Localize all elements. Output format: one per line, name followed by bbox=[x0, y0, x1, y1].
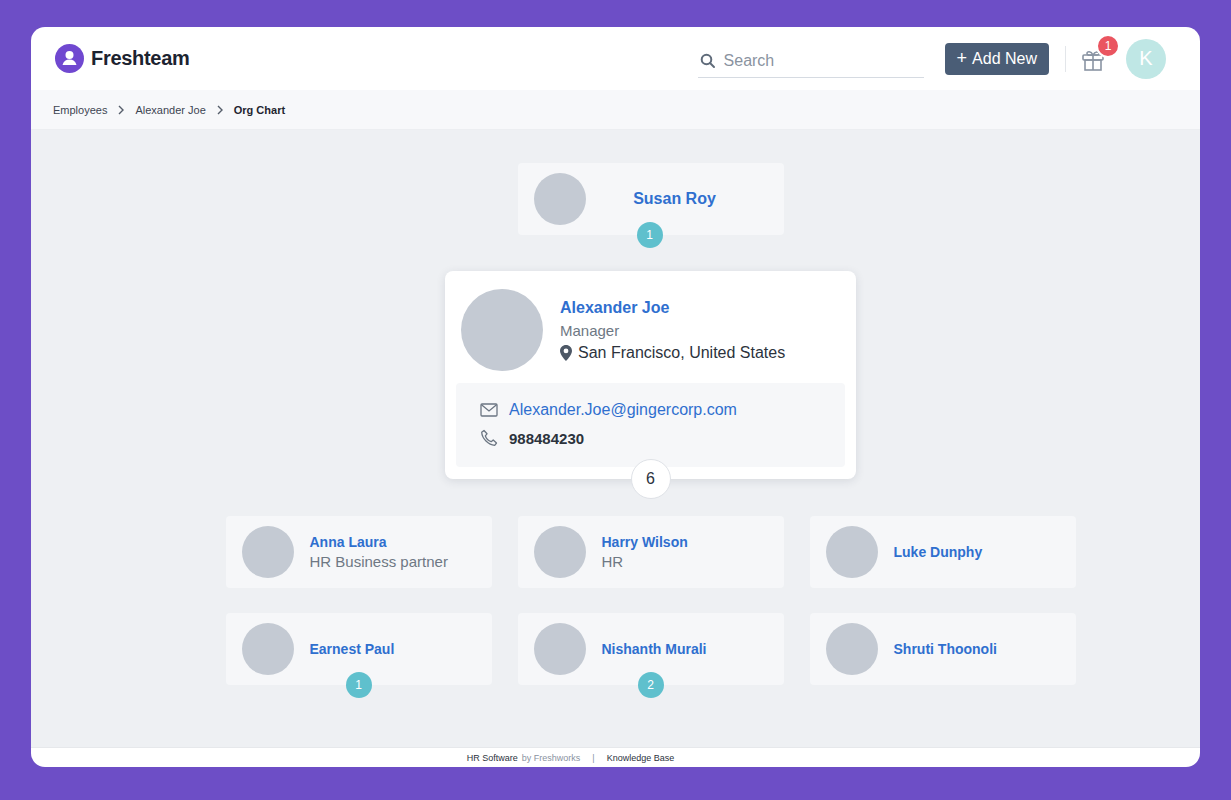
employee-name[interactable]: Earnest Paul bbox=[310, 641, 395, 657]
employee-name[interactable]: Shruti Thoonoli bbox=[894, 641, 997, 657]
employee-title: Manager bbox=[560, 322, 785, 339]
add-new-button[interactable]: + Add New bbox=[945, 43, 1049, 75]
logo[interactable]: Freshteam bbox=[55, 44, 189, 73]
reports-count-badge[interactable]: 2 bbox=[638, 672, 664, 698]
employee-name[interactable]: Harry Wilson bbox=[602, 534, 688, 550]
phone-icon bbox=[480, 429, 498, 447]
reports-count-badge[interactable]: 6 bbox=[631, 459, 671, 499]
breadcrumb: Employees Alexander Joe Org Chart bbox=[31, 90, 1200, 130]
chevron-right-icon bbox=[117, 105, 125, 115]
employee-photo bbox=[242, 623, 294, 675]
add-new-label: Add New bbox=[972, 50, 1037, 68]
breadcrumb-item[interactable]: Alexander Joe bbox=[135, 104, 205, 116]
logo-icon bbox=[55, 44, 84, 73]
employee-photo bbox=[534, 173, 586, 225]
contact-box: Alexander.Joe@gingercorp.com 988484230 bbox=[456, 383, 845, 467]
employee-name[interactable]: Susan Roy bbox=[602, 190, 768, 208]
app-name: Freshteam bbox=[91, 47, 189, 70]
employee-card: Alexander Joe Manager San Francisco, Uni… bbox=[445, 271, 856, 479]
breadcrumb-item[interactable]: Employees bbox=[53, 104, 107, 116]
header-divider bbox=[1065, 46, 1066, 72]
notifications-button[interactable]: 1 bbox=[1080, 46, 1106, 72]
employee-photo bbox=[242, 526, 294, 578]
employee-location: San Francisco, United States bbox=[560, 344, 785, 362]
notification-badge: 1 bbox=[1096, 34, 1120, 58]
breadcrumb-item: Org Chart bbox=[234, 104, 285, 116]
report-card[interactable]: Luke Dunphy bbox=[810, 516, 1076, 588]
reports-count-badge[interactable]: 1 bbox=[346, 672, 372, 698]
mail-icon bbox=[480, 403, 498, 417]
employee-title: HR Business partner bbox=[310, 553, 448, 570]
report-card[interactable]: Anna Laura HR Business partner bbox=[226, 516, 492, 588]
search-field[interactable] bbox=[698, 45, 924, 78]
employee-photo bbox=[534, 526, 586, 578]
user-avatar[interactable]: K bbox=[1126, 39, 1166, 79]
employee-email[interactable]: Alexander.Joe@gingercorp.com bbox=[509, 401, 737, 419]
employee-name[interactable]: Nishanth Murali bbox=[602, 641, 707, 657]
direct-reports: Anna Laura HR Business partner Harry Wil… bbox=[226, 516, 1076, 685]
employee-name[interactable]: Anna Laura bbox=[310, 534, 448, 550]
manager-card[interactable]: Susan Roy 1 bbox=[518, 163, 784, 235]
footer-separator: | bbox=[592, 753, 594, 763]
page: Freshteam + Add New 1 K Employees Alexan… bbox=[0, 0, 1231, 800]
reports-count-badge[interactable]: 1 bbox=[637, 222, 663, 248]
employee-title: HR bbox=[602, 553, 688, 570]
org-chart: Susan Roy 1 Alexander Joe Manager San Fr… bbox=[31, 130, 1200, 747]
report-card[interactable]: Shruti Thoonoli bbox=[810, 613, 1076, 685]
chevron-right-icon bbox=[216, 105, 224, 115]
search-icon bbox=[700, 53, 716, 69]
employee-phone[interactable]: 988484230 bbox=[509, 430, 584, 447]
location-pin-icon bbox=[560, 345, 572, 361]
report-card[interactable]: Earnest Paul 1 bbox=[226, 613, 492, 685]
footer-by: by Freshworks bbox=[522, 753, 581, 763]
employee-photo bbox=[534, 623, 586, 675]
report-card[interactable]: Harry Wilson HR bbox=[518, 516, 784, 588]
employee-photo bbox=[826, 623, 878, 675]
footer-product[interactable]: HR Software bbox=[467, 753, 518, 763]
knowledge-base-link[interactable]: Knowledge Base bbox=[607, 753, 675, 763]
app-window: Freshteam + Add New 1 K Employees Alexan… bbox=[31, 27, 1200, 767]
employee-name[interactable]: Alexander Joe bbox=[560, 299, 785, 317]
search-input[interactable] bbox=[722, 51, 924, 71]
employee-name[interactable]: Luke Dunphy bbox=[894, 544, 983, 560]
plus-icon: + bbox=[957, 48, 968, 69]
employee-photo bbox=[826, 526, 878, 578]
employee-photo bbox=[461, 289, 543, 371]
report-card[interactable]: Nishanth Murali 2 bbox=[518, 613, 784, 685]
footer: HR Software by Freshworks | Knowledge Ba… bbox=[31, 747, 1200, 767]
top-bar: Freshteam + Add New 1 K bbox=[31, 27, 1200, 90]
